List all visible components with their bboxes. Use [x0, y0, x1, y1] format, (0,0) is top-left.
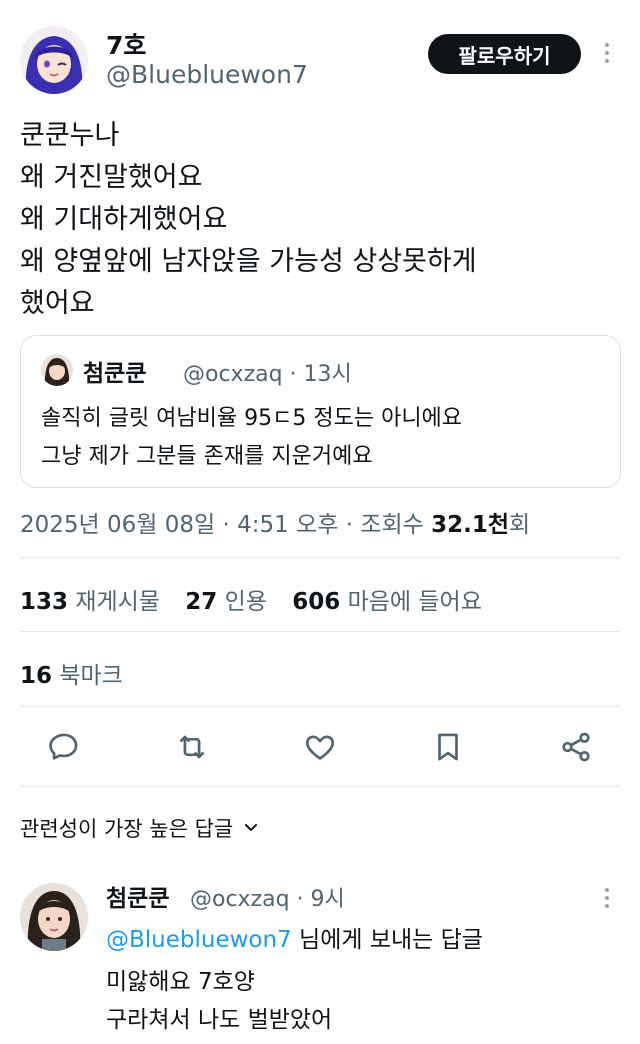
reply-to-suffix: 님에게 보내는 답글 [291, 927, 483, 953]
quote-line: 솔직히 글릿 여남비율 95ㄷ5 정도는 아니에요 [41, 406, 463, 431]
timestamp-text: 2025년 06월 08일 · 4:51 오후 · 조회수 [20, 512, 432, 538]
reply-sort-selector[interactable]: 관련성이 가장 높은 답글 [20, 813, 259, 843]
reply-to-line: @Bluebluewon7 님에게 보내는 답글 [106, 920, 483, 954]
quote-card[interactable]: 첨쿤쿤 @ocxzaq · 13시 솔직히 글릿 여남비율 95ㄷ5 정도는 아… [20, 335, 621, 488]
tweet-text: 쿤쿤누나 왜 거진말했어요 왜 기대하게했어요 왜 양옆앞에 남자앉을 가능성 … [20, 115, 620, 325]
quotes-label[interactable]: 인용 [225, 589, 267, 615]
reply-sort-label: 관련성이 가장 높은 답글 [20, 817, 234, 841]
likes-label[interactable]: 마음에 들어요 [348, 589, 482, 615]
tweet-line: 했어요 [20, 288, 95, 319]
quote-line: 그냥 제가 그분들 존재를 지운거예요 [41, 444, 373, 469]
reply-avatar[interactable] [20, 883, 88, 951]
quote-author-name: 첨쿤쿤 [83, 361, 147, 387]
bookmarks-label: 북마크 [59, 663, 123, 689]
more-icon[interactable] [603, 888, 611, 908]
tweet-line: 쿤쿤누나 [20, 120, 120, 151]
like-icon[interactable] [303, 730, 337, 764]
reposts-count[interactable]: 133 [20, 589, 68, 615]
tweet-timestamp: 2025년 06월 08일 · 4:51 오후 · 조회수 32.1천회 [20, 505, 530, 539]
chevron-down-icon [233, 816, 259, 840]
more-icon[interactable] [603, 43, 611, 63]
divider [20, 631, 621, 632]
views-suffix: 회 [509, 512, 531, 538]
share-icon[interactable] [559, 730, 593, 764]
repost-icon[interactable] [175, 730, 209, 764]
follow-button[interactable]: 팔로우하기 [428, 34, 581, 74]
engagement-stats: 133 재게시물 27 인용 606 마음에 들어요 [20, 582, 500, 616]
author-name[interactable]: 7호 [106, 26, 146, 62]
author-avatar[interactable] [20, 26, 88, 94]
bookmark-stats: 16 북마크 [20, 656, 141, 690]
likes-count[interactable]: 606 [292, 589, 340, 615]
author-handle[interactable]: @Bluebluewon7 [106, 60, 308, 89]
reply-text-line: 구라쳐서 나도 벌받았어 [106, 1007, 333, 1033]
quote-meta: @ocxzaq · 13시 [183, 362, 352, 387]
divider [20, 786, 621, 787]
reposts-label[interactable]: 재게시물 [75, 589, 160, 615]
tweet-line: 왜 거진말했어요 [20, 162, 203, 193]
bookmark-icon[interactable] [431, 730, 465, 764]
quotes-count[interactable]: 27 [185, 589, 217, 615]
reply-meta: @ocxzaq · 9시 [190, 887, 345, 912]
reply-icon[interactable] [47, 730, 81, 764]
views-count: 32.1천 [431, 512, 510, 538]
bookmarks-count: 16 [20, 663, 53, 689]
tweet-line: 왜 기대하게했어요 [20, 204, 228, 235]
divider [20, 706, 621, 707]
divider [20, 557, 621, 558]
reply-to-mention[interactable]: @Bluebluewon7 [106, 927, 292, 953]
reply-author-name[interactable]: 첨쿤쿤 [106, 879, 169, 913]
quote-avatar [41, 354, 73, 386]
reply-text-line: 미앓해요 7호양 [106, 969, 255, 995]
tweet-line: 왜 양옆앞에 남자앉을 가능성 상상못하게 [20, 246, 477, 277]
